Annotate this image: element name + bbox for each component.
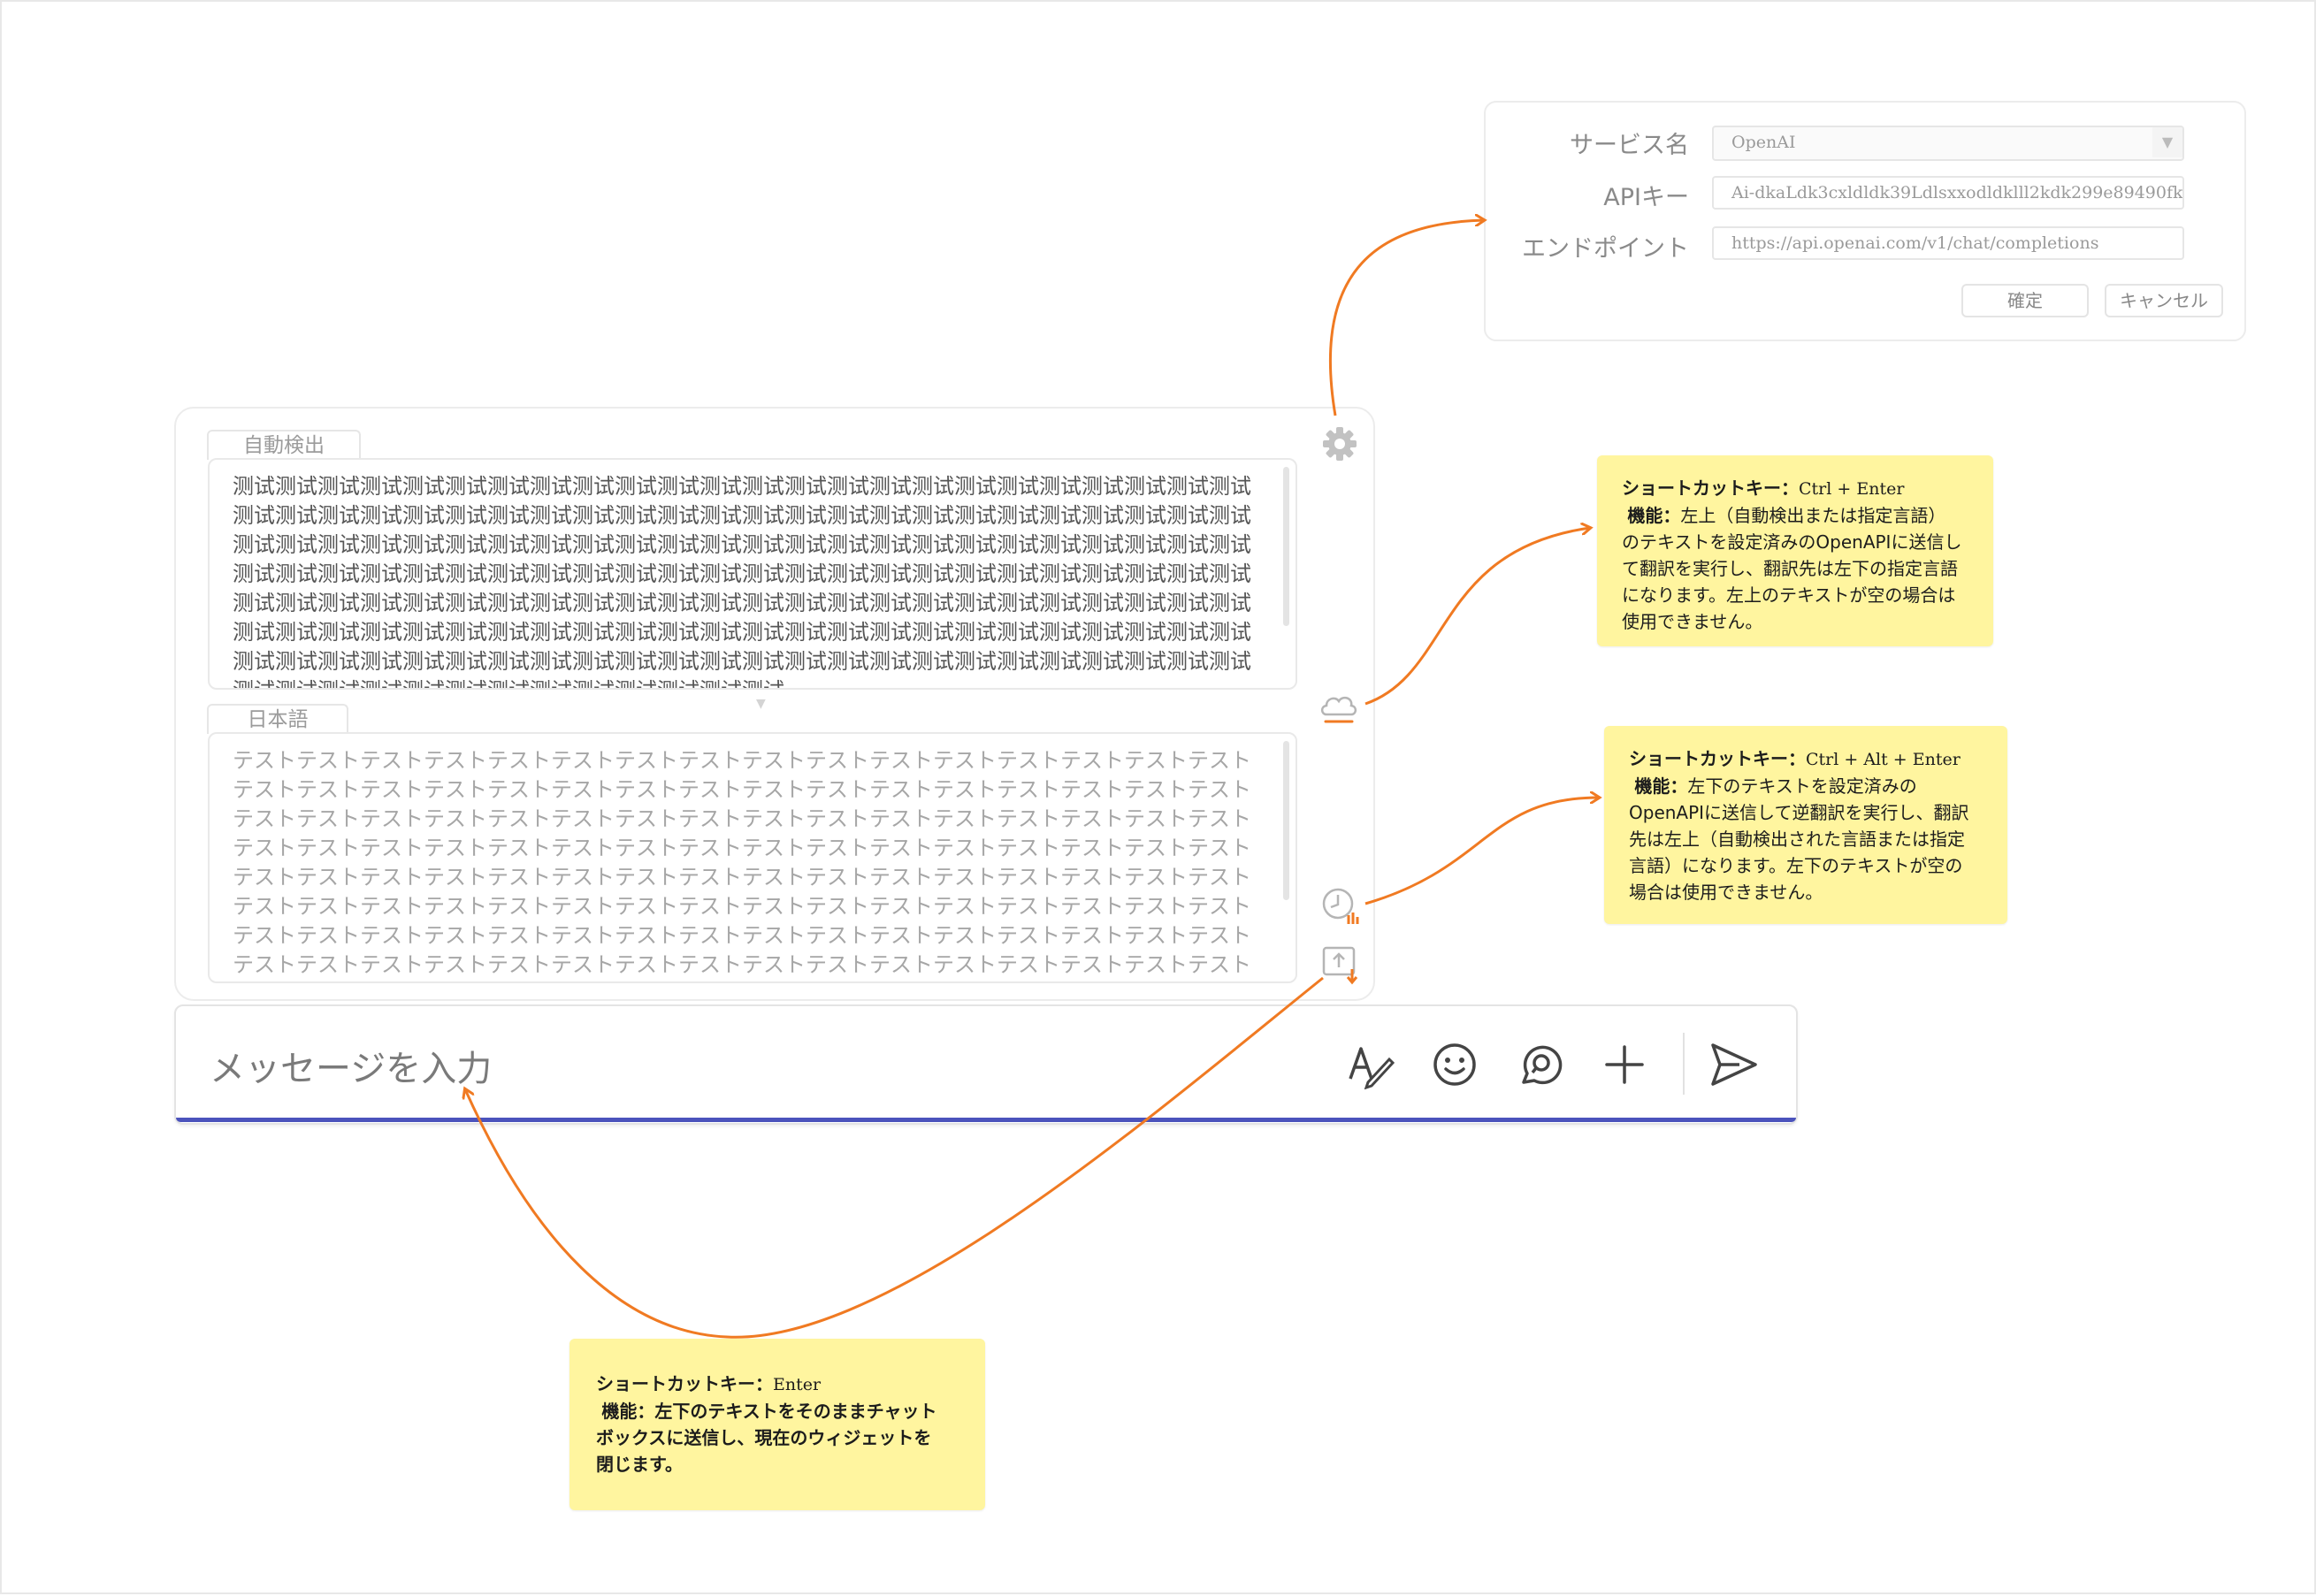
send-icon[interactable] [1709, 1042, 1759, 1088]
send-to-chat-icon[interactable] [1320, 944, 1361, 985]
note2-line-4: 場合は使用できません。 [1629, 882, 1823, 903]
note2-line-3: 言語）になります。左下のテキストが空の [1629, 855, 1963, 876]
clock-icon[interactable] [1320, 886, 1361, 927]
source-scrollbar[interactable] [1283, 467, 1289, 626]
chat-focus-underline [176, 1118, 1796, 1122]
arrow-to-note-translate [1364, 528, 1590, 706]
note3-line-0: 左下のテキストをそのままチャット [654, 1401, 937, 1422]
note2-shortcut-keys: Ctrl + Alt + Enter [1806, 750, 1961, 769]
note-translate: ショートカットキー：Ctrl + Enter 機能：左上（自動検出または指定言語… [1597, 455, 1993, 646]
note1-line-0: 左上（自動検出または指定言語） [1680, 505, 1946, 526]
canvas: サービス名 OpenAI ▼ APIキー Ai-dkaLdk3cxldldk39… [0, 0, 2316, 1594]
message-input[interactable]: メッセージを入力 [210, 1040, 492, 1091]
source-text-box[interactable]: 测试测试测试测试测试测试测试测试测试测试测试测试测试测试测试测试测试测试测试测试… [208, 458, 1297, 690]
endpoint-field[interactable]: https://api.openai.com/v1/chat/completio… [1712, 226, 2184, 260]
note3-shortcut-keys: Enter [773, 1375, 822, 1394]
endpoint-value: https://api.openai.com/v1/chat/completio… [1731, 233, 2099, 253]
note3-shortcut-label: ショートカットキー： [596, 1373, 773, 1394]
note1-line-2: て翻訳を実行し、翻訳先は左下の指定言語 [1622, 558, 1958, 579]
target-language-tab[interactable]: 日本語 [207, 704, 348, 734]
note2-line-1: OpenAPIに送信して逆翻訳を実行し、翻訳 [1629, 802, 1969, 823]
note3-line-1: ボックスに送信し、現在のウィジェットを [596, 1427, 932, 1448]
translator-widget: 自動検出 测试测试测试测试测试测试测试测试测试测试测试测试测试测试测试测试测试测… [174, 407, 1375, 1001]
service-name-label: サービス名 [1570, 132, 1689, 159]
note2-line-2: 先は左上（自動検出された言語または指定 [1629, 829, 1965, 850]
service-settings-panel: サービス名 OpenAI ▼ APIキー Ai-dkaLdk3cxldldk39… [1484, 101, 2246, 341]
confirm-button[interactable]: 確定 [1961, 284, 2089, 317]
cloud-icon[interactable] [1319, 690, 1359, 729]
collapse-caret-icon[interactable]: ▼ [756, 697, 766, 711]
note2-function-label: 機能： [1634, 775, 1688, 797]
note-send-to-chat: ショートカットキー：Enter 機能：左下のテキストをそのままチャット ボックス… [569, 1339, 985, 1510]
note3-function-label: 機能： [601, 1401, 655, 1422]
api-key-label: APIキー [1603, 184, 1689, 211]
note1-line-3: になります。左上のテキストが空の場合は [1622, 584, 1956, 606]
target-text[interactable]: テストテストテストテストテストテストテストテストテストテストテストテストテストテ… [233, 746, 1258, 981]
gear-icon[interactable] [1320, 424, 1359, 463]
chevron-down-icon[interactable]: ▼ [2152, 127, 2182, 157]
target-scrollbar[interactable] [1283, 741, 1289, 900]
service-name-value: OpenAI [1731, 133, 1796, 152]
arrow-to-note-reverse [1364, 798, 1599, 905]
source-text[interactable]: 测试测试测试测试测试测试测试测试测试测试测试测试测试测试测试测试测试测试测试测试… [233, 472, 1258, 688]
source-language-tab[interactable]: 自動検出 [207, 430, 361, 460]
note1-line-1: のテキストを設定済みのOpenAPIに送信し [1622, 531, 1962, 553]
plus-icon[interactable] [1601, 1042, 1647, 1088]
note1-shortcut-label: ショートカットキー： [1622, 477, 1799, 499]
target-text-box[interactable]: テストテストテストテストテストテストテストテストテストテストテストテストテストテ… [208, 732, 1297, 983]
note2-shortcut-label: ショートカットキー： [1629, 748, 1806, 769]
note3-line-2: 閉じます。 [596, 1454, 683, 1475]
emoji-icon[interactable] [1432, 1042, 1478, 1088]
api-key-value: Ai-dkaLdk3cxldldk39Ldlsxxodldklll2kdk299… [1731, 183, 2183, 202]
endpoint-label: エンドポイント [1522, 235, 1689, 263]
api-key-field[interactable]: Ai-dkaLdk3cxldldk39Ldlsxxodldklll2kdk299… [1712, 176, 2184, 210]
note1-shortcut-keys: Ctrl + Enter [1799, 479, 1905, 499]
note1-line-4: 使用できません。 [1622, 611, 1763, 632]
format-icon[interactable] [1345, 1040, 1395, 1090]
note-reverse-translate: ショートカットキー：Ctrl + Alt + Enter 機能：左下のテキストを… [1604, 726, 2007, 924]
chat-divider [1683, 1033, 1685, 1095]
sticker-icon[interactable] [1517, 1042, 1563, 1088]
note2-line-0: 左下のテキストを設定済みの [1687, 775, 1917, 797]
service-name-select[interactable]: OpenAI ▼ [1712, 126, 2184, 161]
note1-function-label: 機能： [1627, 505, 1681, 526]
cancel-button[interactable]: キャンセル [2105, 284, 2223, 317]
chat-input-bar[interactable]: メッセージを入力 [174, 1004, 1798, 1125]
